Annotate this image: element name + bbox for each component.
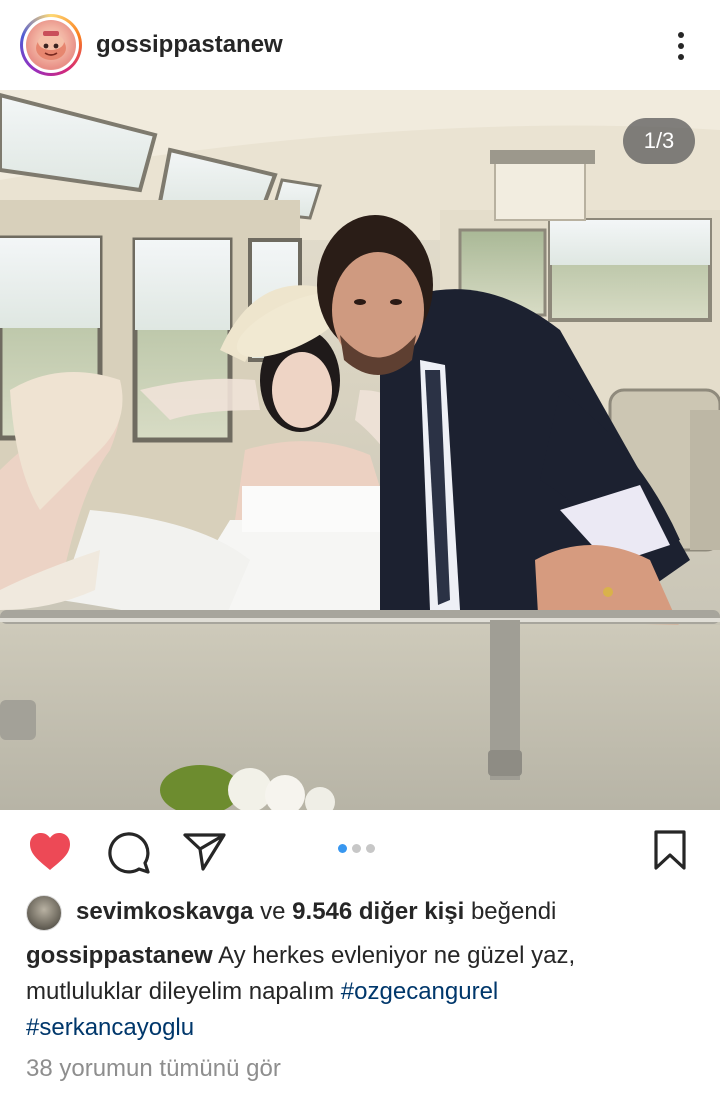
heart-filled-icon[interactable] <box>28 832 72 877</box>
profile-avatar[interactable] <box>20 14 82 76</box>
photo-illustration <box>0 90 720 810</box>
likes-suffix: beğendi <box>470 898 557 925</box>
likes-connector: ve <box>260 898 286 925</box>
post-caption: gossippastanew Ay herkes evleniyor ne gü… <box>26 938 686 1046</box>
avatar-image <box>26 20 76 70</box>
carousel-counter: 1/3 <box>623 118 695 164</box>
liker-username[interactable]: sevimkoskavga <box>76 898 253 925</box>
view-all-comments-link[interactable]: 38 yorumun tümünü gör <box>26 1055 281 1083</box>
carousel-dot <box>352 844 361 853</box>
likes-summary: sevimkoskavga ve 9.546 diğer kişi beğend… <box>26 893 706 933</box>
carousel-dots <box>338 844 375 854</box>
carousel-dot <box>366 844 375 853</box>
more-vertical-icon[interactable] <box>664 26 698 66</box>
carousel-dot-active <box>338 844 347 853</box>
action-bar <box>0 810 720 890</box>
liker-avatar[interactable] <box>26 895 62 931</box>
likes-others-link[interactable]: 9.546 diğer kişi <box>292 898 464 925</box>
post-photo[interactable]: 1/3 <box>0 90 720 810</box>
bookmark-icon[interactable] <box>652 830 688 875</box>
caption-username[interactable]: gossippastanew <box>26 942 213 969</box>
hashtag-link[interactable]: #ozgecangurel <box>341 978 498 1005</box>
post-username[interactable]: gossippastanew <box>96 31 283 59</box>
comment-bubble-icon[interactable] <box>106 830 150 879</box>
hashtag-link[interactable]: #serkancayoglu <box>26 1014 194 1041</box>
paper-plane-icon[interactable] <box>183 832 227 877</box>
post-header: gossippastanew <box>0 0 720 90</box>
